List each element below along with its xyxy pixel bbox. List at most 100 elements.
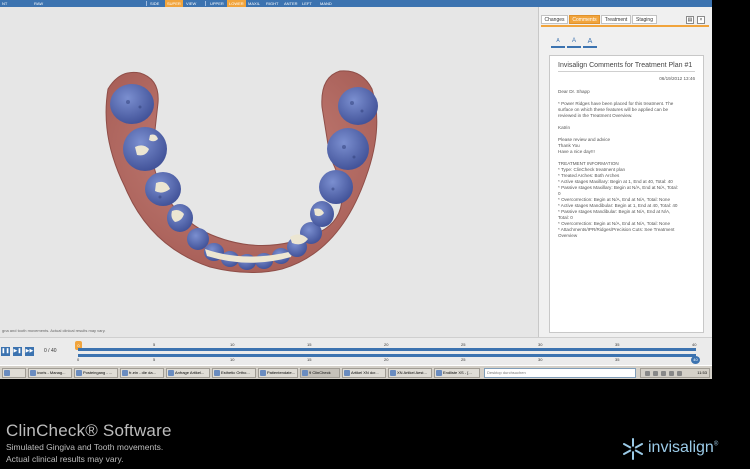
viewport-disclaimer: gna and tooth movements. Actual clinical… <box>2 328 106 333</box>
app-icon <box>260 370 266 376</box>
clincheck-icon <box>302 370 308 376</box>
mail-icon <box>168 370 174 376</box>
task-button[interactable]: Posteingang - ... <box>74 368 118 378</box>
font-small-button[interactable]: A <box>551 37 565 48</box>
tray-icon[interactable] <box>677 371 682 376</box>
tick-label: 15 <box>307 342 312 347</box>
task-button[interactable]: Esthetic Ortho... <box>212 368 256 378</box>
tab-treatment[interactable]: Treatment <box>601 15 631 24</box>
task-button[interactable]: XN Artikel Aest... <box>388 368 432 378</box>
tick-label: 5 <box>153 342 156 347</box>
view-toolbar: NT RAW SIDE SUPER VIEW UPPER LOWER MAXIL… <box>0 0 712 7</box>
task-button[interactable]: Endliste XS - [... <box>434 368 480 378</box>
close-icon[interactable]: × <box>697 16 705 24</box>
task-label: ivoris - Manag... <box>37 370 66 375</box>
tab-comments[interactable]: Comments <box>569 15 600 24</box>
toolbar-item-left[interactable]: LEFT <box>300 0 314 7</box>
tooth-left-premolar-1 <box>187 228 209 250</box>
toolbar-item-view[interactable]: VIEW <box>184 0 198 7</box>
tick-label: 15 <box>307 357 312 362</box>
tick-label: 30 <box>538 357 543 362</box>
comment-line: * Passive stages Maxillary: Begin at N/A… <box>558 185 678 190</box>
brand-subtitle: Simulated Gingiva and Tooth movements. <box>6 442 164 452</box>
task-label: Esthetic Ortho... <box>221 370 250 375</box>
print-icon[interactable]: ▤ <box>686 16 694 24</box>
brand-title: ClinCheck® Software <box>6 421 172 440</box>
task-label: 9 ClinCheck <box>309 370 331 375</box>
tick-label: 30 <box>538 342 543 347</box>
step-forward-icon[interactable]: ▶❚ <box>13 347 22 356</box>
task-button-active[interactable]: 9 ClinCheck <box>300 368 340 378</box>
toolbar-item-right[interactable]: RIGHT <box>264 0 280 7</box>
toolbar-item-maxil[interactable]: MAXIL <box>246 0 262 7</box>
task-button[interactable]: Anfrage Artikel... <box>166 368 210 378</box>
toolbar-item-mand[interactable]: MAND <box>318 0 334 7</box>
word-icon <box>390 370 396 376</box>
tab-changes[interactable]: Changes <box>541 15 568 24</box>
stage-timeline: ❚❚ ▶❚ ▶▶ 0 / 40 0 40 5 10 15 20 25 30 35… <box>0 337 712 365</box>
tab-staging[interactable]: Staging <box>632 15 657 24</box>
tick-label: 20 <box>384 357 389 362</box>
tray-icon[interactable] <box>653 371 658 376</box>
tray-icon[interactable] <box>661 371 666 376</box>
lower-arch-model[interactable] <box>0 7 538 337</box>
task-button[interactable]: Artikel XN dcr... <box>342 368 386 378</box>
font-medium-button[interactable]: A <box>567 37 581 48</box>
windows-taskbar: ivoris - Manag... Posteingang - ... fr-e… <box>0 365 712 379</box>
toolbar-item-upper[interactable]: UPPER <box>208 0 226 7</box>
tick-label: 35 <box>615 342 620 347</box>
tooth-left-molar-3 <box>110 84 154 124</box>
skip-end-icon[interactable]: ▶▶ <box>25 347 34 356</box>
tick-label: 10 <box>230 342 235 347</box>
registered-mark: ® <box>713 441 719 448</box>
stage-marker-end[interactable]: 40 <box>691 356 700 364</box>
tick-label: 10 <box>230 357 235 362</box>
desktop-search-input[interactable]: Desktop durchsuchen <box>484 368 636 378</box>
comments-panel: Changes Comments Treatment Staging ▤ × A… <box>538 7 712 337</box>
app-icon <box>30 370 36 376</box>
toolbar-item-side[interactable]: SIDE <box>148 0 161 7</box>
tick-label: 35 <box>615 357 620 362</box>
tick-label: 5 <box>153 357 156 362</box>
toolbar-item-super[interactable]: SUPER <box>165 0 183 7</box>
tabs-underline <box>541 25 709 27</box>
tooth-right-molar-2 <box>327 128 369 170</box>
logo-text: invisalign® <box>648 439 718 457</box>
comments-date: 06/19/2012 13:46 <box>659 76 695 81</box>
tooth-right-molar-3 <box>338 87 378 125</box>
toolbar-item-anter[interactable]: ANTER <box>282 0 300 7</box>
brand-subtitle: Actual clinical results may vary. <box>6 454 124 464</box>
play-pause-icon[interactable]: ❚❚ <box>1 347 10 356</box>
task-button[interactable]: fr-ein - die da... <box>120 368 164 378</box>
toolbar-item-raw[interactable]: RAW <box>32 0 45 7</box>
upper-stage-track[interactable] <box>78 348 696 351</box>
start-button[interactable] <box>2 368 26 378</box>
tray-icon[interactable] <box>645 371 650 376</box>
document-icon <box>214 370 220 376</box>
toolbar-separator <box>146 1 147 6</box>
clock[interactable]: 11:53 <box>697 369 707 377</box>
comments-box[interactable]: Invisalign Comments for Treatment Plan #… <box>549 55 704 333</box>
task-button[interactable]: ivoris - Manag... <box>28 368 72 378</box>
snowflake-icon <box>623 438 643 460</box>
windows-icon <box>4 370 10 376</box>
model-viewport[interactable]: gna and tooth movements. Actual clinical… <box>0 7 538 337</box>
tick-label: 25 <box>461 357 466 362</box>
comments-title: Invisalign Comments for Treatment Plan #… <box>558 62 693 69</box>
toolbar-item-lower[interactable]: LOWER <box>227 0 246 7</box>
excel-icon <box>436 370 442 376</box>
divider <box>558 71 695 72</box>
black-border <box>712 0 750 379</box>
logo-wordmark: invisalign <box>648 439 714 456</box>
tray-icon[interactable] <box>669 371 674 376</box>
browser-icon <box>122 370 128 376</box>
font-large-button[interactable]: A <box>583 37 597 48</box>
toolbar-item-nt[interactable]: NT <box>0 0 9 7</box>
task-label: Posteingang - ... <box>83 370 113 375</box>
task-label: Patientendate... <box>267 370 296 375</box>
invisalign-logo: invisalign® <box>621 437 749 461</box>
tick-label: 0 <box>77 357 80 362</box>
task-button[interactable]: Patientendate... <box>258 368 298 378</box>
word-icon <box>344 370 350 376</box>
toolbar-separator <box>205 1 206 6</box>
